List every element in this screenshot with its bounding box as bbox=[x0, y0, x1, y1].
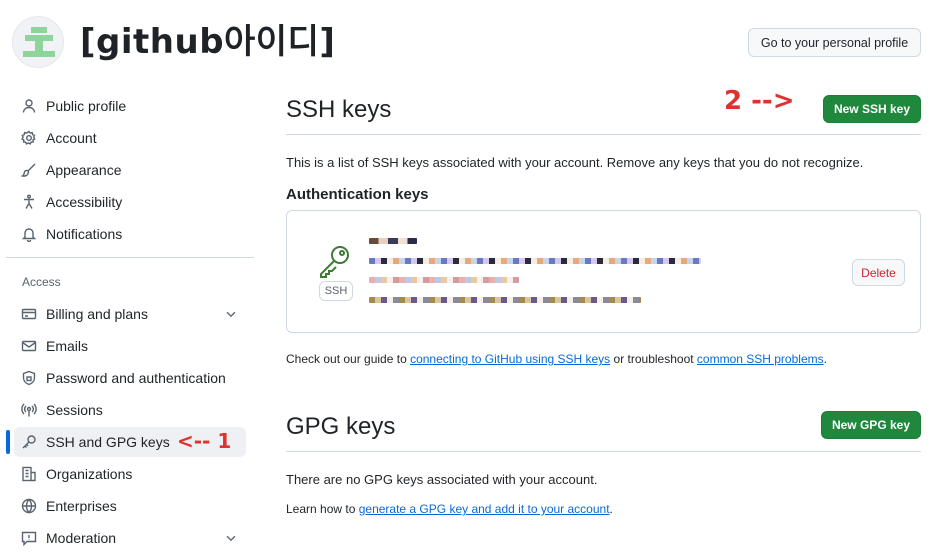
sidebar-item-label: Notifications bbox=[46, 226, 123, 242]
redacted-last-used bbox=[369, 297, 641, 303]
guide-suffix: . bbox=[823, 352, 827, 366]
sidebar-item-label: Organizations bbox=[46, 466, 133, 482]
annotation-arrow-1: <-- 1 bbox=[177, 429, 232, 453]
sidebar-item-appearance[interactable]: Appearance bbox=[14, 155, 246, 185]
delete-ssh-key-button[interactable]: Delete bbox=[852, 259, 905, 286]
shield-lock-icon bbox=[20, 369, 38, 387]
sidebar-section-access: Access bbox=[22, 275, 61, 289]
avatar[interactable] bbox=[12, 16, 64, 68]
sidebar-item-label: Password and authentication bbox=[46, 370, 226, 386]
sidebar-item-label: Sessions bbox=[46, 402, 103, 418]
account-username: [github아이디] bbox=[80, 22, 336, 62]
sidebar-item-label: Moderation bbox=[46, 530, 117, 546]
report-icon bbox=[20, 529, 38, 547]
sidebar-item-notifications[interactable]: Notifications bbox=[14, 219, 246, 249]
guide-prefix: Check out our guide to bbox=[286, 352, 411, 366]
sidebar-item-label: Appearance bbox=[46, 162, 122, 178]
authentication-keys-heading: Authentication keys bbox=[286, 186, 429, 203]
new-gpg-key-button[interactable]: New GPG key bbox=[821, 411, 921, 439]
ssh-key-entry: SSH Delete bbox=[286, 210, 921, 333]
sidebar-item-label: SSH and GPG keys bbox=[46, 434, 170, 450]
mail-icon bbox=[20, 337, 38, 355]
redacted-key-title bbox=[369, 238, 417, 244]
section-divider bbox=[286, 451, 921, 452]
person-icon bbox=[20, 97, 38, 115]
ssh-description: This is a list of SSH keys associated wi… bbox=[286, 155, 864, 170]
sidebar-item-accessibility[interactable]: Accessibility bbox=[14, 187, 246, 217]
gpg-learn-text: Learn how to generate a GPG key and add … bbox=[286, 502, 613, 516]
paintbrush-icon bbox=[20, 161, 38, 179]
new-ssh-key-button[interactable]: New SSH key bbox=[823, 95, 921, 123]
sidebar-divider bbox=[6, 257, 254, 258]
chevron-down-icon[interactable] bbox=[224, 531, 238, 548]
active-nav-indicator bbox=[6, 430, 10, 454]
learn-prefix: Learn how to bbox=[286, 502, 359, 516]
sidebar-item-label: Account bbox=[46, 130, 97, 146]
sidebar-item-label: Emails bbox=[46, 338, 89, 354]
go-to-profile-button[interactable]: Go to your personal profile bbox=[748, 28, 921, 57]
sidebar-item-emails[interactable]: Emails bbox=[14, 331, 246, 361]
common-ssh-problems-link[interactable]: common SSH problems bbox=[697, 352, 824, 366]
broadcast-icon bbox=[20, 401, 38, 419]
learn-suffix: . bbox=[609, 502, 613, 516]
sidebar-item-enterprises[interactable]: Enterprises bbox=[14, 491, 246, 521]
sidebar-item-label: Billing and plans bbox=[46, 306, 148, 322]
sidebar-item-account[interactable]: Account bbox=[14, 123, 246, 153]
sidebar-item-public-profile[interactable]: Public profile bbox=[14, 91, 246, 121]
sidebar-item-label: Public profile bbox=[46, 98, 127, 114]
bell-icon bbox=[20, 225, 38, 243]
sidebar-item-label: Enterprises bbox=[46, 498, 117, 514]
sidebar-item-organizations[interactable]: Organizations bbox=[14, 459, 246, 489]
chevron-down-icon[interactable] bbox=[224, 307, 238, 324]
sidebar-item-label: Accessibility bbox=[46, 194, 123, 210]
redacted-added-date bbox=[369, 277, 519, 283]
key-icon bbox=[20, 433, 38, 451]
accessibility-icon bbox=[20, 193, 38, 211]
annotation-arrow-2: 2 --> bbox=[724, 86, 795, 116]
credit-card-icon bbox=[20, 305, 38, 323]
ssh-guide-text: Check out our guide to connecting to Git… bbox=[286, 352, 827, 366]
guide-middle: or troubleshoot bbox=[610, 352, 697, 366]
gear-icon bbox=[20, 129, 38, 147]
ssh-keys-title: SSH keys bbox=[286, 96, 392, 123]
ssh-badge: SSH bbox=[319, 281, 353, 301]
sidebar-item-billing[interactable]: Billing and plans bbox=[14, 299, 246, 329]
generate-gpg-key-link[interactable]: generate a GPG key and add it to your ac… bbox=[359, 502, 610, 516]
sidebar-item-moderation[interactable]: Moderation bbox=[14, 523, 246, 553]
globe-icon bbox=[20, 497, 38, 515]
section-divider bbox=[286, 134, 921, 135]
gpg-empty-text: There are no GPG keys associated with yo… bbox=[286, 472, 598, 487]
organization-icon bbox=[20, 465, 38, 483]
sidebar-item-sessions[interactable]: Sessions bbox=[14, 395, 246, 425]
key-icon bbox=[317, 243, 353, 284]
connecting-ssh-link[interactable]: connecting to GitHub using SSH keys bbox=[410, 352, 610, 366]
redacted-fingerprint bbox=[369, 258, 701, 264]
gpg-keys-title: GPG keys bbox=[286, 413, 396, 440]
sidebar-item-password[interactable]: Password and authentication bbox=[14, 363, 246, 393]
